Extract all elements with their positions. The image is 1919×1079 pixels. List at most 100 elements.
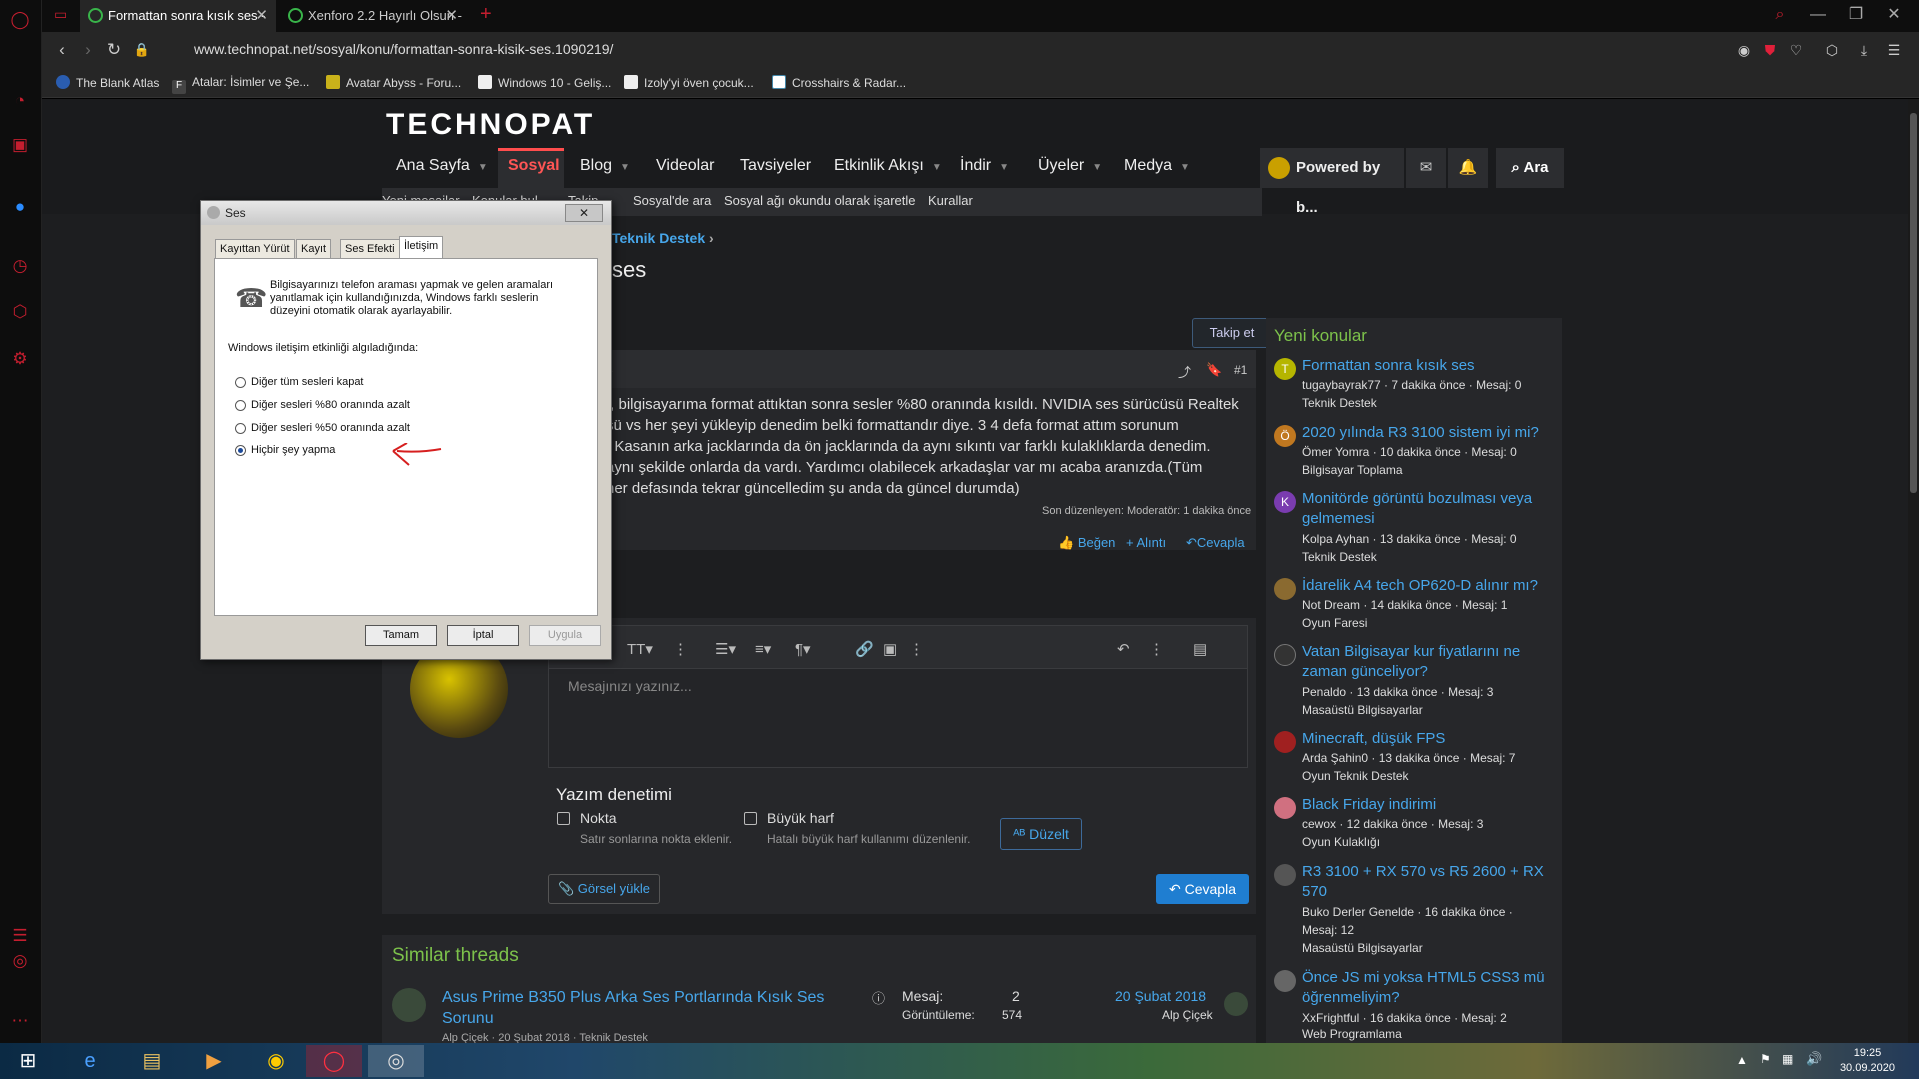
nav-uyeler[interactable]: Üyeler ▼ [1038,157,1102,175]
bell-icon[interactable]: 🔔 [1448,148,1488,188]
more-vertical-icon[interactable]: ⋮ [909,640,924,658]
align-icon[interactable]: ≡▾ [755,640,771,658]
tab-search-icon[interactable]: ⌕ [1764,0,1796,32]
option-label[interactable]: Diğer tüm sesleri kapat [251,376,364,389]
undo-icon[interactable]: ↶ [1117,640,1130,658]
settings-gear-icon[interactable]: ⚙ [9,348,31,370]
tab-iletisim[interactable]: İletişim [399,236,444,259]
list-icon[interactable]: ☰▾ [715,640,736,658]
tab-active[interactable]: Formattan sonra kısık ses - ✕ [80,0,276,32]
tray-arrow-icon[interactable]: ▲ [1736,1053,1748,1067]
scrollbar-thumb[interactable] [1910,113,1917,493]
image-icon[interactable]: ▣ [883,640,897,658]
option-mute-radio[interactable] [235,377,246,388]
quote-button[interactable]: + Alıntı [1126,535,1166,550]
option-reduce50-radio[interactable] [235,423,246,434]
more-vertical-icon[interactable]: ⋮ [673,640,688,658]
nav-videolar[interactable]: Videolar [656,157,714,175]
subnav-okundu-isaretle[interactable]: Sosyal ağı okundu olarak işaretle [724,193,916,208]
reply-submit-button[interactable]: ↶ Cevapla [1156,874,1249,904]
bookmark-item[interactable]: Crosshairs & Radar... [772,75,906,90]
thread-link[interactable]: İdarelik A4 tech OP620-D alınır mı? [1302,576,1558,596]
bookmark-item[interactable]: Windows 10 - Geliş... [478,75,611,90]
nav-ana-sayfa[interactable]: Ana Sayfa ▼ [396,157,488,175]
search-button[interactable]: ⌕ Ara [1496,148,1564,188]
ok-button[interactable]: Tamam [365,625,437,646]
taskbar-clock[interactable]: 19:25 30.09.2020 [1840,1046,1895,1076]
restore-icon[interactable]: ❐ [1840,0,1872,32]
buyuk-harf-checkbox[interactable] [744,812,757,825]
tab-kayit[interactable]: Kayıt [296,239,332,259]
opera-logo-icon[interactable]: ◯ [9,9,31,31]
dialog-titlebar[interactable]: Ses ✕ [201,201,611,225]
similar-thread-date[interactable]: 20 Şubat 2018 [1115,988,1206,1004]
internet-explorer-icon[interactable]: e [62,1045,118,1077]
close-window-icon[interactable]: ✕ [1878,0,1910,32]
extensions-icon[interactable]: ⬡ [9,301,31,323]
tab-menu-icon[interactable]: ▭ [54,6,67,23]
paragraph-icon[interactable]: ¶▾ [795,640,811,658]
duzelt-button[interactable]: ᴬᴮ Düzelt [1000,818,1082,850]
thread-link[interactable]: Monitörde görüntü bozulması veya gelmemes… [1302,489,1558,529]
follow-button[interactable]: Takip et [1192,318,1272,348]
chrome-icon[interactable]: ◉ [248,1045,304,1077]
history-icon[interactable]: ◷ [9,255,31,277]
bookmark-item[interactable]: Izoly'yi öven çocuk... [624,75,754,90]
twitch-icon[interactable]: ▣ [9,134,31,156]
volume-icon[interactable]: 🔊 [1806,1051,1822,1067]
preview-icon[interactable]: ▤ [1193,640,1207,658]
file-explorer-icon[interactable]: ▤ [124,1045,180,1077]
media-player-icon[interactable]: ▶ [186,1045,242,1077]
thread-link[interactable]: 2020 yılında R3 3100 sistem iyi mi? [1302,423,1558,443]
tab-close-icon[interactable]: ✕ [445,0,458,32]
tab-close-icon[interactable]: ✕ [255,0,268,32]
new-tab-plus-icon[interactable]: + [480,3,492,26]
flag-icon[interactable]: ⚑ [1760,1052,1771,1066]
thread-link[interactable]: Formattan sonra kısık ses [1302,356,1558,376]
text-size-icon[interactable]: TT▾ [627,640,653,658]
thread-link[interactable]: Minecraft, düşük FPS [1302,729,1558,749]
apply-button[interactable]: Uygula [529,625,601,646]
similar-thread-title[interactable]: Asus Prime B350 Plus Arka Ses Portlarınd… [442,987,824,1029]
thread-link[interactable]: Önce JS mi yoksa HTML5 CSS3 mü öğrenmeliy… [1302,968,1558,1008]
sound-control-icon[interactable]: ◎ [368,1045,424,1077]
site-logo[interactable]: TECHNOPAT [386,108,595,142]
like-button[interactable]: 👍 Beğen [1058,535,1115,551]
sidebar-extra-icon[interactable]: ◎ [9,950,31,972]
forward-icon[interactable]: › [76,38,100,62]
option-label[interactable]: Diğer sesleri %80 oranında azalt [251,399,410,412]
thread-link[interactable]: Black Friday indirimi [1302,795,1558,815]
option-label[interactable]: Hiçbir şey yapma [251,444,335,457]
speed-dial-icon[interactable]: ◔ [9,90,31,112]
nav-tavsiyeler[interactable]: Tavsiyeler [740,157,811,175]
dialog-close-button[interactable]: ✕ [565,204,603,222]
download-icon[interactable]: ⤓ [1852,38,1876,62]
tab-ses-efekti[interactable]: Ses Efekti [340,239,400,259]
cube-icon[interactable]: ⬡ [1820,38,1844,62]
post-number[interactable]: #1 [1234,363,1247,377]
easy-setup-icon[interactable]: ☰ [1882,38,1906,62]
nav-medya[interactable]: Medya ▼ [1124,157,1190,175]
subnav-kurallar[interactable]: Kurallar [928,193,973,208]
minimize-icon[interactable]: — [1802,0,1834,32]
bookmark-icon[interactable]: 🔖 [1206,362,1222,378]
option-do-nothing-radio[interactable] [235,445,246,456]
bookmark-item[interactable]: The Blank Atlas [56,75,159,90]
option-reduce80-radio[interactable] [235,400,246,411]
thread-link[interactable]: Vatan Bilgisayar kur fiyatlarını ne zaman… [1302,642,1558,682]
breadcrumb[interactable]: Teknik Destek › [612,230,714,246]
nokta-checkbox[interactable] [557,812,570,825]
tab-kayittan-yurut[interactable]: Kayıttan Yürüt [215,239,295,259]
bookmark-item[interactable]: Avatar Abyss - Foru... [326,75,461,90]
page-scrollbar[interactable] [1908,99,1919,1043]
start-button-icon[interactable]: ⊞ [0,1045,56,1077]
nav-indir[interactable]: İndir ▼ [960,157,1009,175]
reply-link[interactable]: ↶Cevapla [1186,535,1245,551]
thread-link[interactable]: R3 3100 + RX 570 vs R5 2600 + RX 570 [1302,862,1558,902]
snapshot-icon[interactable]: ◉ [1732,38,1756,62]
nav-blog[interactable]: Blog ▼ [580,157,630,175]
upload-image-button[interactable]: 📎 Görsel yükle [548,874,660,904]
messenger-icon[interactable]: ● [9,196,31,218]
reload-icon[interactable]: ↻ [102,38,126,62]
sidebar-more-icon[interactable]: ⋯ [9,1010,31,1032]
